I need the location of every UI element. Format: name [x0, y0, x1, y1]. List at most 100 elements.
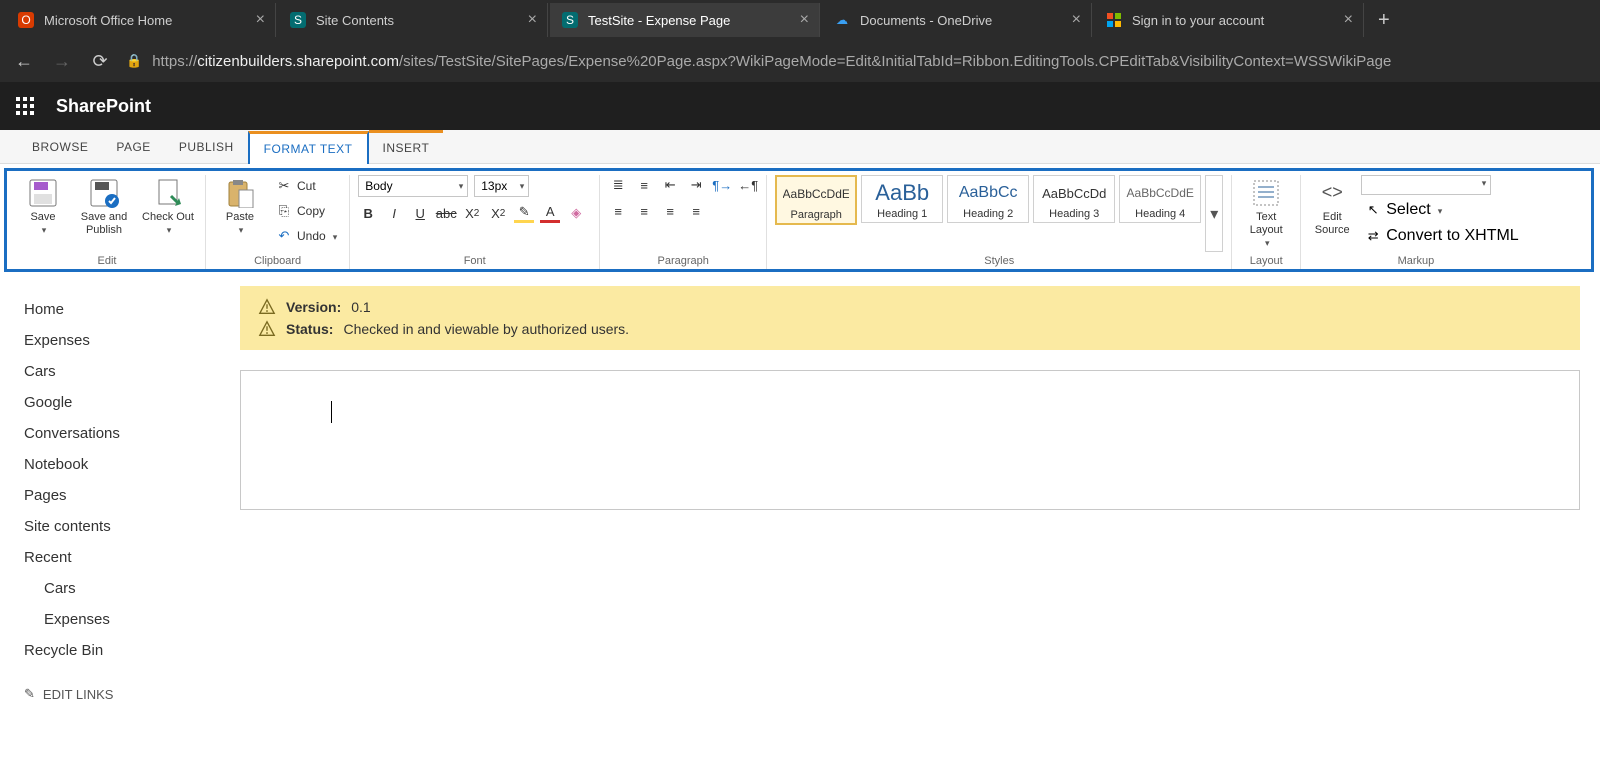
ltr-button[interactable]: ¶→: [712, 175, 732, 195]
browser-chrome: O Microsoft Office Home × S Site Content…: [0, 0, 1600, 82]
group-label: Layout: [1240, 252, 1292, 269]
save-and-publish-button[interactable]: Save and Publish: [75, 175, 133, 237]
edit-source-button[interactable]: <> Edit Source: [1309, 175, 1355, 237]
ribbon-group-styles: AaBbCcDdE Paragraph AaBb Heading 1 AaBbC…: [767, 175, 1232, 269]
check-out-button[interactable]: Check Out: [139, 175, 197, 237]
align-center-button[interactable]: ≡: [634, 201, 654, 221]
new-tab-button[interactable]: +: [1366, 9, 1402, 32]
underline-button[interactable]: U: [410, 203, 430, 223]
style-paragraph[interactable]: AaBbCcDdE Paragraph: [775, 175, 857, 225]
browser-tab-office[interactable]: O Microsoft Office Home ×: [6, 3, 276, 37]
ql-home[interactable]: Home: [24, 294, 240, 325]
style-heading-1[interactable]: AaBb Heading 1: [861, 175, 943, 223]
align-left-button[interactable]: ≡: [608, 201, 628, 221]
align-right-button[interactable]: ≡: [660, 201, 680, 221]
copy-button[interactable]: ⎘ Copy: [272, 200, 341, 222]
ql-notebook[interactable]: Notebook: [24, 449, 240, 480]
font-name-select[interactable]: Body: [358, 175, 468, 197]
bulleted-list-button[interactable]: ≣: [608, 175, 628, 195]
ql-recent-header[interactable]: Recent: [24, 542, 240, 573]
close-icon[interactable]: ×: [256, 11, 265, 29]
url-field[interactable]: 🔒 https://citizenbuilders.sharepoint.com…: [126, 53, 1588, 70]
styles-more-button[interactable]: ▾: [1205, 175, 1223, 252]
align-justify-button[interactable]: ≡: [686, 201, 706, 221]
group-label: Paragraph: [608, 252, 758, 269]
text-layout-icon: [1250, 177, 1282, 209]
edit-links-button[interactable]: ✎ EDIT LINKS: [24, 686, 240, 702]
ribbon-group-layout: Text Layout Layout: [1232, 175, 1301, 269]
highlight-button[interactable]: ✎: [514, 203, 534, 223]
ql-pages[interactable]: Pages: [24, 480, 240, 511]
numbered-list-button[interactable]: ≡: [634, 175, 654, 195]
rtl-button[interactable]: ←¶: [738, 175, 758, 195]
ql-recent-cars[interactable]: Cars: [24, 573, 240, 604]
browser-tab-site-contents[interactable]: S Site Contents ×: [278, 3, 548, 37]
bold-button[interactable]: B: [358, 203, 378, 223]
url-host: citizenbuilders.sharepoint.com: [197, 53, 399, 70]
select-button[interactable]: ↖ Select: [1361, 199, 1522, 221]
close-icon[interactable]: ×: [800, 11, 809, 29]
chevron-down-icon: [1263, 237, 1270, 250]
font-size-select[interactable]: 13px: [474, 175, 529, 197]
ribbon-group-font: Body 13px B I U abc X2 X2 ✎ A ◈ Font: [350, 175, 600, 269]
markup-language-select[interactable]: [1361, 175, 1491, 195]
font-color-button[interactable]: A: [540, 203, 560, 223]
text-layout-button[interactable]: Text Layout: [1240, 175, 1292, 251]
ribbon-tab-browse[interactable]: BROWSE: [18, 130, 102, 163]
cursor-icon: ↖: [1365, 202, 1381, 218]
outdent-button[interactable]: ⇤: [660, 175, 680, 195]
style-heading-3[interactable]: AaBbCcDd Heading 3: [1033, 175, 1115, 223]
page-content-editor[interactable]: [240, 370, 1580, 510]
url-prefix: https://: [152, 53, 197, 70]
favicon-microsoft-icon: [1106, 12, 1122, 28]
ribbon-group-clipboard: Paste ✂ Cut ⎘ Copy ↶ Undo Clipboard: [206, 175, 350, 269]
style-heading-2[interactable]: AaBbCc Heading 2: [947, 175, 1029, 223]
ribbon-tab-publish[interactable]: PUBLISH: [165, 130, 248, 163]
close-icon[interactable]: ×: [1344, 11, 1353, 29]
favicon-office-icon: O: [18, 12, 34, 28]
content-wrap: Home Expenses Cars Google Conversations …: [0, 286, 1600, 702]
italic-button[interactable]: I: [384, 203, 404, 223]
ql-recent-expenses[interactable]: Expenses: [24, 604, 240, 635]
suite-title: SharePoint: [56, 96, 151, 117]
clear-format-button[interactable]: ◈: [566, 203, 586, 223]
ql-expenses[interactable]: Expenses: [24, 325, 240, 356]
ql-conversations[interactable]: Conversations: [24, 418, 240, 449]
ribbon-tab-insert[interactable]: INSERT: [369, 130, 444, 163]
warning-icon: [258, 298, 276, 316]
forward-button[interactable]: →: [50, 51, 74, 72]
convert-xhtml-button[interactable]: ⇄ Convert to XHTML: [1361, 225, 1522, 247]
chevron-down-icon: [331, 229, 338, 243]
ql-cars[interactable]: Cars: [24, 356, 240, 387]
ql-google[interactable]: Google: [24, 387, 240, 418]
subscript-button[interactable]: X2: [462, 203, 482, 223]
undo-button[interactable]: ↶ Undo: [272, 225, 341, 247]
style-heading-4[interactable]: AaBbCcDdE Heading 4: [1119, 175, 1201, 223]
tab-title: Site Contents: [316, 13, 522, 28]
close-icon[interactable]: ×: [528, 11, 537, 29]
close-icon[interactable]: ×: [1072, 11, 1081, 29]
browser-tab-expense-page[interactable]: S TestSite - Expense Page ×: [550, 3, 820, 37]
chevron-down-icon: [165, 224, 172, 237]
version-value: 0.1: [351, 299, 370, 315]
ql-recycle-bin[interactable]: Recycle Bin: [24, 635, 240, 666]
save-button[interactable]: Save: [17, 175, 69, 237]
ribbon-tab-page[interactable]: PAGE: [102, 130, 164, 163]
favicon-sharepoint-icon: S: [290, 12, 306, 28]
undo-icon: ↶: [276, 228, 292, 244]
indent-button[interactable]: ⇥: [686, 175, 706, 195]
strikethrough-button[interactable]: abc: [436, 203, 456, 223]
ribbon-body: Save Save and Publish Check Out Edit: [4, 168, 1594, 272]
app-launcher-icon[interactable]: [16, 97, 34, 115]
group-label: Markup: [1309, 252, 1522, 269]
superscript-button[interactable]: X2: [488, 203, 508, 223]
tab-title: Microsoft Office Home: [44, 13, 250, 28]
back-button[interactable]: ←: [12, 51, 36, 72]
ribbon-tab-format-text[interactable]: FORMAT TEXT: [248, 131, 369, 164]
paste-button[interactable]: Paste: [214, 175, 266, 237]
browser-tab-signin[interactable]: Sign in to your account ×: [1094, 3, 1364, 37]
browser-tab-onedrive[interactable]: ☁ Documents - OneDrive ×: [822, 3, 1092, 37]
reload-button[interactable]: ⟳: [88, 51, 112, 72]
cut-button[interactable]: ✂ Cut: [272, 175, 341, 197]
ql-site-contents[interactable]: Site contents: [24, 511, 240, 542]
